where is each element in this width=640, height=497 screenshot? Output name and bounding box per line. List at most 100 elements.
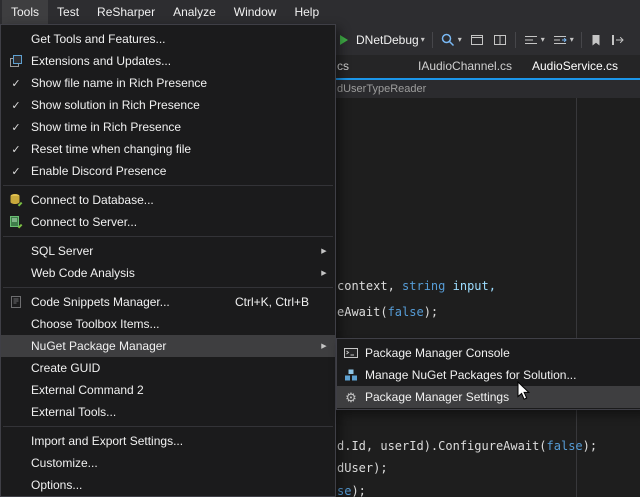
menu-item-label: Show solution in Rich Presence — [31, 98, 335, 112]
menu-item-show-time[interactable]: ✓ Show time in Rich Presence — [1, 116, 335, 138]
code-text: d.Id, userId).ConfigureAwait( — [337, 439, 547, 453]
submenu-arrow-icon: ▶ — [313, 247, 335, 255]
menu-item-label: Code Snippets Manager... — [31, 295, 235, 309]
menu-item-external-command-2[interactable]: External Command 2 — [1, 379, 335, 401]
indent-tool-button[interactable]: ▾ — [523, 32, 545, 48]
checkmark-icon: ✓ — [1, 165, 31, 178]
menu-item-extensions-and-updates[interactable]: Extensions and Updates... — [1, 50, 335, 72]
console-icon — [337, 345, 365, 361]
bookmark-icon[interactable] — [589, 33, 603, 47]
menubar-item-tools[interactable]: Tools — [2, 0, 48, 24]
menubar-item-window[interactable]: Window — [225, 0, 286, 24]
menu-item-label: Choose Toolbox Items... — [31, 317, 335, 331]
format-tool-button[interactable]: ▾ — [552, 32, 574, 48]
tab-iaudiochannel[interactable]: IAudioChannel.cs — [418, 55, 512, 78]
menu-item-label: Create GUID — [31, 361, 335, 375]
menu-item-label: Show file name in Rich Presence — [31, 76, 335, 90]
gear-icon: ⚙ — [337, 391, 365, 404]
menu-item-label: Package Manager Settings — [365, 390, 640, 404]
menu-item-show-file-name[interactable]: ✓ Show file name in Rich Presence — [1, 72, 335, 94]
menu-item-shortcut: Ctrl+K, Ctrl+B — [235, 295, 309, 309]
menu-item-options[interactable]: Options... — [1, 474, 335, 496]
menu-item-label: Enable Discord Presence — [31, 164, 335, 178]
menu-item-web-code-analysis[interactable]: Web Code Analysis ▶ — [1, 262, 335, 284]
submenu-item-package-manager-console[interactable]: Package Manager Console — [337, 342, 640, 364]
code-text: ); — [424, 305, 438, 319]
navigate-icon[interactable] — [610, 32, 626, 48]
menu-item-label: Web Code Analysis — [31, 266, 313, 280]
menu-item-label: Package Manager Console — [365, 346, 640, 360]
menu-item-label: Connect to Server... — [31, 215, 335, 229]
tab-partial[interactable]: cs — [337, 55, 349, 78]
menu-item-enable-discord-presence[interactable]: ✓ Enable Discord Presence — [1, 160, 335, 182]
chevron-down-icon: ▾ — [570, 36, 574, 44]
menu-item-reset-time[interactable]: ✓ Reset time when changing file — [1, 138, 335, 160]
editor-guide-line — [576, 98, 577, 497]
database-icon — [1, 192, 31, 208]
menu-item-label: Import and Export Settings... — [31, 434, 335, 448]
attach-debugger-button[interactable]: ▾ — [440, 32, 462, 48]
menu-item-label: Show time in Rich Presence — [31, 120, 335, 134]
submenu-item-package-manager-settings[interactable]: ⚙ Package Manager Settings — [337, 386, 640, 408]
chevron-down-icon: ▾ — [458, 36, 462, 44]
checkmark-icon: ✓ — [1, 77, 31, 90]
code-text: dUser); — [337, 461, 388, 475]
code-keyword: false — [547, 439, 583, 453]
code-line: se); — [337, 484, 366, 497]
menu-item-label: Extensions and Updates... — [31, 54, 335, 68]
code-line: dUser); — [337, 461, 388, 475]
menu-item-label: Reset time when changing file — [31, 142, 335, 156]
toolbar-separator — [432, 32, 433, 48]
menu-item-label: Options... — [31, 478, 335, 492]
code-keyword: se — [337, 484, 351, 497]
code-keyword: false — [388, 305, 424, 319]
menu-item-label: SQL Server — [31, 244, 313, 258]
submenu-arrow-icon: ▶ — [313, 269, 335, 277]
server-icon — [1, 214, 31, 230]
chevron-down-icon: ▾ — [421, 36, 425, 44]
menu-separator — [3, 185, 333, 186]
code-line: eAwait(false); — [337, 305, 438, 319]
menu-item-choose-toolbox-items[interactable]: Choose Toolbox Items... — [1, 313, 335, 335]
menu-item-create-guid[interactable]: Create GUID — [1, 357, 335, 379]
submenu-arrow-icon: ▶ — [313, 342, 335, 350]
menubar-item-resharper[interactable]: ReSharper — [88, 0, 164, 24]
submenu-item-manage-nuget-packages[interactable]: Manage NuGet Packages for Solution... — [337, 364, 640, 386]
debug-target-selector[interactable]: DNetDebug ▾ — [356, 33, 425, 47]
menubar-item-test[interactable]: Test — [48, 0, 88, 24]
line-arrow-icon — [552, 32, 568, 48]
menu-item-show-solution[interactable]: ✓ Show solution in Rich Presence — [1, 94, 335, 116]
menu-item-label: External Tools... — [31, 405, 335, 419]
code-text: eAwait( — [337, 305, 388, 319]
checkmark-icon: ✓ — [1, 99, 31, 112]
code-text: ); — [351, 484, 365, 497]
new-window-icon[interactable] — [469, 32, 485, 48]
menu-separator — [3, 426, 333, 427]
menu-item-connect-to-database[interactable]: Connect to Database... — [1, 189, 335, 211]
toolbar-separator — [581, 32, 582, 48]
menu-item-import-export-settings[interactable]: Import and Export Settings... — [1, 430, 335, 452]
debug-target-label: DNetDebug — [356, 33, 419, 47]
tab-audioservice[interactable]: AudioService.cs — [532, 55, 618, 78]
line-list-icon — [523, 32, 539, 48]
menu-item-external-tools[interactable]: External Tools... — [1, 401, 335, 423]
code-line: context, string input, — [337, 279, 496, 293]
menu-item-code-snippets-manager[interactable]: Code Snippets Manager... Ctrl+K, Ctrl+B — [1, 291, 335, 313]
code-text: context, — [337, 279, 402, 293]
menu-item-label: NuGet Package Manager — [31, 339, 313, 353]
menu-item-get-tools-and-features[interactable]: Get Tools and Features... — [1, 28, 335, 50]
menu-item-sql-server[interactable]: SQL Server ▶ — [1, 240, 335, 262]
menubar-item-analyze[interactable]: Analyze — [164, 0, 225, 24]
menu-item-label: Get Tools and Features... — [31, 32, 335, 46]
extensions-icon — [1, 53, 31, 69]
menu-item-nuget-package-manager[interactable]: NuGet Package Manager ▶ — [1, 335, 335, 357]
snippets-icon — [1, 294, 31, 310]
start-debug-icon[interactable] — [338, 34, 349, 46]
menu-item-connect-to-server[interactable]: Connect to Server... — [1, 211, 335, 233]
code-text: input, — [445, 279, 496, 293]
menubar-item-help[interactable]: Help — [285, 0, 328, 24]
menu-item-label: Customize... — [31, 456, 335, 470]
split-window-icon[interactable] — [492, 32, 508, 48]
visual-studio-window: Tools Test ReSharper Analyze Window Help… — [0, 0, 640, 497]
menu-item-customize[interactable]: Customize... — [1, 452, 335, 474]
